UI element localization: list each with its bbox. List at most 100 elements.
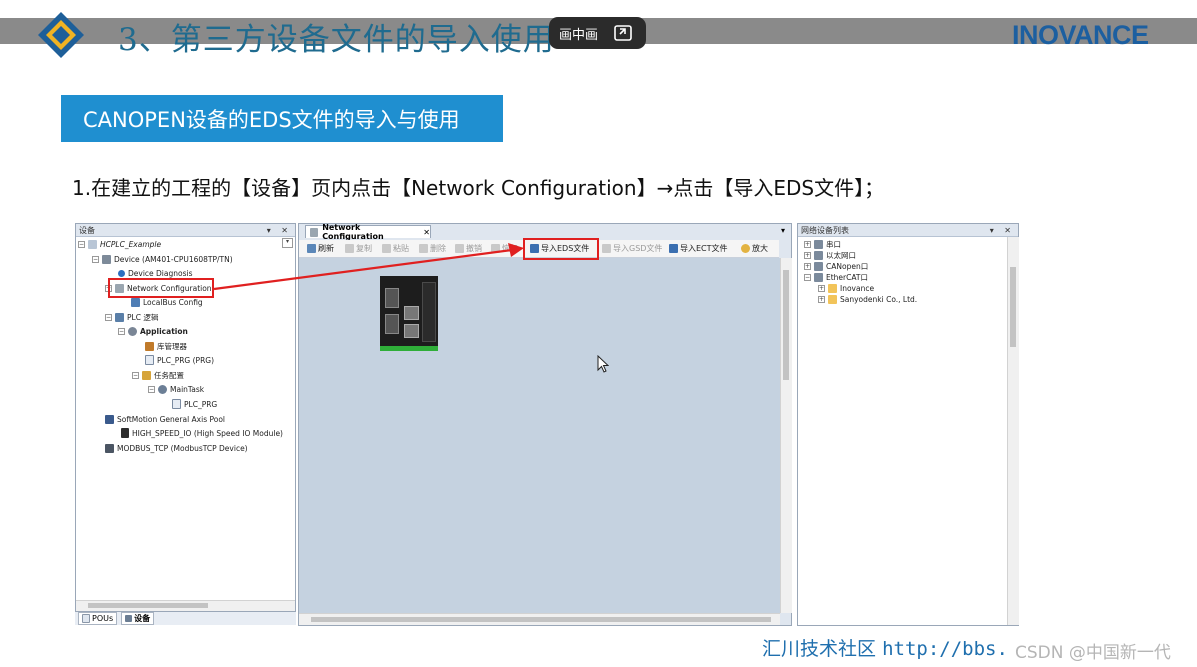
import-gsd-icon [602, 244, 611, 253]
scrollbar-thumb[interactable] [783, 270, 789, 380]
refresh-icon [307, 244, 316, 253]
undo-icon [455, 244, 464, 253]
close-tab-icon[interactable]: ✕ [423, 228, 430, 237]
devices-tab-icon [125, 615, 133, 622]
editor-dropdown-icon[interactable]: ▾ [781, 226, 785, 235]
section-heading: CANOPEN设备的EDS文件的导入与使用 [61, 95, 503, 142]
device-port [404, 306, 419, 320]
program-icon [172, 399, 181, 409]
collapse-icon[interactable]: − [105, 313, 112, 321]
panel-controls[interactable]: ▾ ✕ [267, 226, 292, 235]
tab-devices[interactable]: 设备 [121, 612, 155, 625]
devices-panel-header: 设备 ▾ ✕ [76, 224, 295, 237]
network-panel-title: 网络设备列表 [801, 225, 849, 235]
module-icon [121, 428, 129, 438]
watermark-text: CSDN @中国新一代 [1015, 643, 1171, 663]
collapse-icon[interactable]: − [804, 273, 811, 281]
footer-community-link[interactable]: 汇川技术社区 http://bbs. [762, 634, 1008, 661]
editor-horizontal-scrollbar[interactable] [299, 613, 780, 625]
device-port [404, 324, 419, 338]
tree-dropdown-button[interactable]: ▾ [282, 238, 293, 248]
port-icon [814, 261, 823, 271]
import-ect-button[interactable]: 导入ECT文件 [669, 243, 728, 254]
expand-icon[interactable]: + [804, 240, 811, 248]
brand-logo-text: INOVANCE [1012, 20, 1149, 50]
tree-item-device[interactable]: − Device (AM401-CPU1608TP/TN) [92, 253, 233, 265]
collapse-icon[interactable]: − [92, 255, 99, 263]
device-panel [422, 282, 436, 342]
folder-icon [828, 283, 837, 293]
library-icon [145, 341, 154, 351]
panel-tabs: POUs 设备 [75, 611, 296, 625]
zoom-icon [741, 244, 750, 253]
delete-icon [419, 244, 428, 253]
collapse-icon[interactable]: − [132, 371, 139, 379]
port-icon [814, 239, 823, 249]
diamond-logo-icon [38, 12, 84, 58]
tree-item-plc-prg[interactable]: PLC_PRG (PRG) [145, 354, 214, 366]
device-icon [102, 254, 111, 264]
pip-label: 画中画 [559, 27, 599, 43]
softmotion-icon [105, 414, 114, 424]
expand-icon[interactable]: + [804, 251, 811, 259]
expand-icon[interactable]: + [818, 284, 825, 292]
paste-button[interactable]: 粘贴 [382, 243, 409, 254]
zoom-in-button[interactable]: 放大 [741, 243, 768, 254]
tree-item-softmotion[interactable]: SoftMotion General Axis Pool [105, 413, 225, 425]
highlight-import-eds [523, 238, 599, 260]
device-port [385, 288, 399, 308]
tree-item-high-speed-io[interactable]: HIGH_SPEED_IO (High Speed IO Module) [121, 427, 283, 439]
import-gsd-button[interactable]: 导入GSD文件 [602, 243, 662, 254]
modbus-device-icon [105, 443, 114, 453]
redo-icon [491, 244, 500, 253]
collapse-icon[interactable]: − [148, 385, 155, 393]
tree-item-project[interactable]: − HCPLC_Example [78, 238, 161, 250]
delete-button[interactable]: 删除 [419, 243, 446, 254]
scrollbar-thumb[interactable] [311, 617, 771, 622]
expand-icon[interactable]: + [818, 295, 825, 303]
tree-item-main-task-prg[interactable]: PLC_PRG [172, 398, 217, 410]
instruction-text: 1.在建立的工程的【设备】页内点击【Network Configuration】… [72, 176, 885, 200]
program-icon [145, 355, 154, 365]
application-icon [128, 326, 137, 336]
scrollbar-thumb[interactable] [88, 603, 208, 608]
tree-item-plc-logic[interactable]: − PLC 逻辑 [105, 311, 158, 323]
mouse-cursor-icon [597, 355, 609, 373]
collapse-icon[interactable]: − [78, 240, 85, 248]
import-ect-icon [669, 244, 678, 253]
network-config-icon [310, 227, 319, 237]
expand-icon[interactable]: + [804, 262, 811, 270]
devices-horizontal-scrollbar[interactable] [76, 600, 295, 611]
editor-vertical-scrollbar[interactable] [780, 258, 792, 613]
scrollbar-thumb[interactable] [1010, 267, 1016, 347]
redo-button[interactable]: 恢复 [491, 243, 518, 254]
network-devices-panel: 网络设备列表 ▾ ✕ + 串口 + 以太网口 + CANopen口 − Ethe… [797, 223, 1019, 626]
undo-button[interactable]: 撤销 [455, 243, 482, 254]
tab-network-configuration[interactable]: Network Configuration ✕ [305, 223, 431, 241]
tree-item-main-task[interactable]: − MainTask [148, 383, 204, 395]
tree-item-modbus-tcp[interactable]: MODBUS_TCP (ModbusTCP Device) [105, 442, 248, 454]
network-panel-scrollbar[interactable] [1007, 237, 1019, 625]
plc-device-module[interactable] [380, 276, 438, 351]
project-icon [88, 239, 97, 249]
device-port [385, 314, 399, 334]
tree-item-sanyodenki[interactable]: + Sanyodenki Co., Ltd. [818, 293, 917, 305]
tree-item-application[interactable]: − Application [118, 325, 188, 337]
copy-button[interactable]: 复制 [345, 243, 372, 254]
tree-item-task-config[interactable]: − 任务配置 [132, 369, 184, 381]
port-icon [814, 250, 823, 260]
picture-in-picture-button[interactable]: 画中画 [549, 17, 646, 49]
network-panel-header: 网络设备列表 ▾ ✕ [798, 224, 1018, 237]
collapse-icon[interactable]: − [118, 327, 125, 335]
tree-item-library-manager[interactable]: 库管理器 [145, 340, 187, 352]
network-canvas[interactable] [299, 258, 780, 613]
exit-pip-icon[interactable] [614, 25, 632, 41]
tab-pous[interactable]: POUs [78, 612, 118, 625]
plc-logic-icon [115, 312, 124, 322]
task-icon [158, 384, 167, 394]
localbus-icon [131, 297, 140, 307]
slide-title: 3、第三方设备文件的导入使用 [118, 22, 555, 58]
panel-controls[interactable]: ▾ ✕ [990, 226, 1015, 235]
refresh-button[interactable]: 刷新 [307, 243, 334, 254]
highlight-network-configuration [108, 278, 214, 298]
